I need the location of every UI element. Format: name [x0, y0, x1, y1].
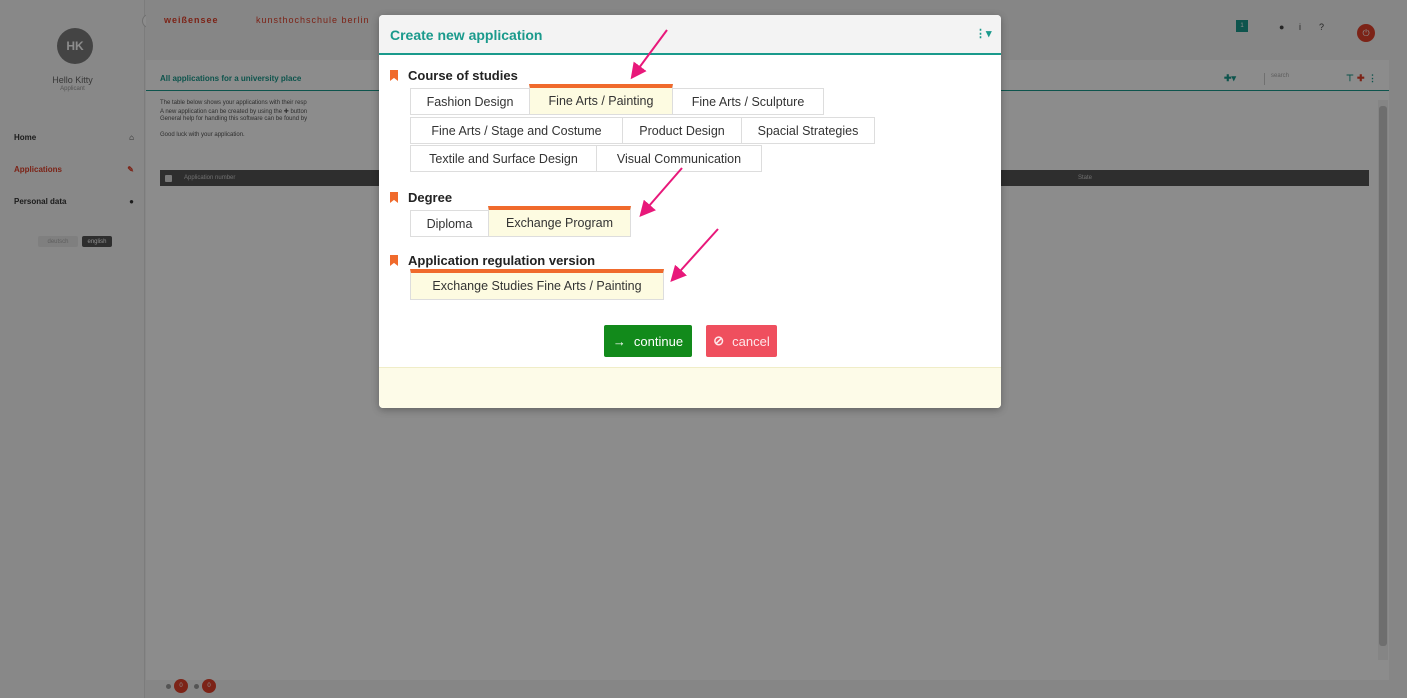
regulation-version-label: Application regulation version — [390, 253, 595, 268]
degree-label: Degree — [390, 190, 452, 205]
continue-button-label: continue — [633, 333, 684, 349]
cancel-button-label: cancel — [732, 333, 770, 349]
dialog-menu-icon[interactable]: ⋮▾ — [975, 27, 992, 40]
cancel-button[interactable]: ⊘ cancel — [706, 325, 777, 357]
group-label-text: Course of studies — [408, 68, 518, 83]
bookmark-icon — [390, 192, 398, 203]
option-exchange-studies-fine-arts-painting[interactable]: Exchange Studies Fine Arts / Painting — [410, 269, 664, 300]
option-fine-arts-painting[interactable]: Fine Arts / Painting — [529, 84, 673, 115]
dialog-header: Create new application ⋮▾ — [379, 15, 1001, 55]
option-fine-arts-sculpture[interactable]: Fine Arts / Sculpture — [672, 88, 824, 115]
option-spacial-strategies[interactable]: Spacial Strategies — [741, 117, 875, 144]
option-fashion-design[interactable]: Fashion Design — [410, 88, 530, 115]
option-exchange-program[interactable]: Exchange Program — [488, 206, 631, 237]
option-visual-communication[interactable]: Visual Communication — [596, 145, 762, 172]
arrow-right-icon: → — [612, 333, 626, 349]
dialog-footer — [379, 367, 1001, 408]
bookmark-icon — [390, 70, 398, 81]
group-label-text: Application regulation version — [408, 253, 596, 268]
option-diploma[interactable]: Diploma — [410, 210, 489, 237]
group-label-text: Degree — [408, 190, 453, 205]
option-textile-surface-design[interactable]: Textile and Surface Design — [410, 145, 597, 172]
dialog-title: Create new application — [390, 27, 543, 43]
option-fine-arts-stage-costume[interactable]: Fine Arts / Stage and Costume — [410, 117, 623, 144]
bookmark-icon — [390, 255, 398, 266]
cancel-icon: ⊘ — [713, 333, 725, 348]
option-product-design[interactable]: Product Design — [622, 117, 742, 144]
create-application-dialog: Create new application ⋮▾ Course of stud… — [379, 15, 1001, 408]
continue-button[interactable]: → continue — [604, 325, 692, 357]
course-of-studies-label: Course of studies — [390, 68, 518, 83]
